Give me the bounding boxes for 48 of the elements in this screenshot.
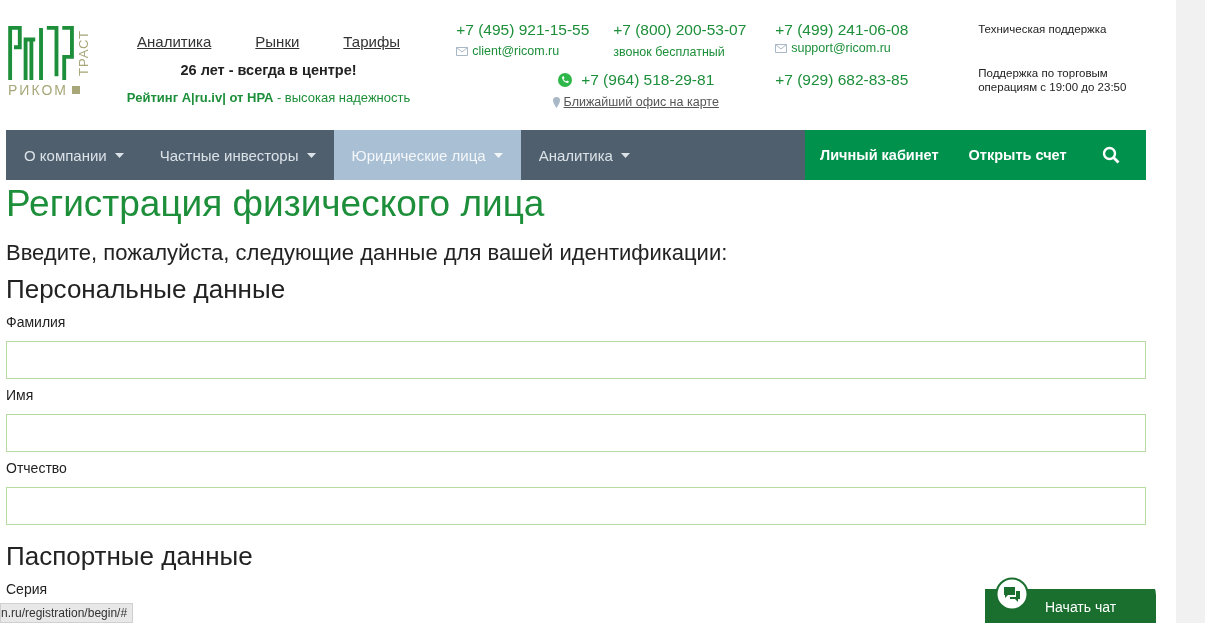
logo-square-icon	[71, 86, 80, 94]
top-link[interactable]: Аналитика	[137, 33, 212, 50]
page-title: Регистрация физического лица	[6, 182, 546, 226]
support-hours: Поддержка по торговым операциям с 19:00 до 23:50	[978, 67, 1128, 95]
section-title: Персональные данные	[6, 273, 287, 306]
top-link[interactable]: Рынки	[255, 33, 300, 50]
nav-menu-item[interactable]: Аналитика	[520, 130, 648, 180]
email-address: client@ricom.ru	[472, 44, 560, 58]
input-field[interactable]	[6, 341, 1146, 379]
intro-text: Введите, пожалуйста, следующие данные для вашей идентификации:	[6, 239, 729, 267]
phone-note: звонок бесплатный	[613, 45, 726, 59]
phone-number: +7 (499) 241-06-08	[775, 21, 910, 39]
section-title: Паспортные данные	[6, 540, 254, 573]
status-url: n.ru/registration/begin/#	[0, 603, 134, 623]
logo-tagline: ТРАСТ	[76, 30, 91, 77]
nav-menu-item[interactable]: Частные инвесторы	[141, 130, 334, 180]
envelope-icon	[456, 46, 469, 56]
phone-number: +7 (800) 200-53-07	[613, 21, 748, 39]
logo-name: РИКОМ	[8, 82, 68, 98]
phone-number: +7 (929) 682-83-85	[775, 71, 909, 88]
field-label: Фамилия	[6, 313, 66, 331]
caret-icon	[620, 152, 630, 158]
whatsapp-icon	[557, 72, 574, 88]
chat-bubbles-icon	[995, 577, 1029, 611]
phone-number: +7 (495) 921-15-55	[456, 21, 591, 39]
email-address: support@ricom.ru	[791, 41, 891, 55]
office-map-link[interactable]: Ближайший офис на карте	[563, 95, 719, 109]
map-pin-icon	[552, 96, 560, 108]
field-label: Имя	[6, 386, 34, 404]
top-link[interactable]: Тарифы	[343, 33, 401, 50]
caret-icon	[114, 152, 124, 158]
logo-mark-icon	[8, 26, 76, 82]
account-button[interactable]: Личный кабинет	[805, 130, 954, 180]
caret-icon	[306, 152, 316, 158]
slogan: 26 лет - всегда в центре!	[180, 62, 357, 78]
field-label: Отчество	[6, 459, 67, 477]
rating-text: Рейтинг A|ru.iv| от НРА - высокая надежность	[126, 90, 411, 105]
phone-number: +7 (964) 518-29-81	[581, 71, 715, 89]
input-field[interactable]	[6, 487, 1146, 525]
account-button[interactable]: Открыть счет	[953, 130, 1082, 180]
chat-button[interactable]: Начать чат	[985, 577, 1157, 623]
envelope-icon	[775, 43, 788, 53]
caret-icon	[493, 152, 503, 158]
nav-menu-item[interactable]: О компании	[6, 130, 142, 180]
support-title: Техническая поддержка	[978, 23, 1108, 35]
search-icon	[1101, 146, 1120, 164]
field-label: Серия	[6, 580, 48, 598]
input-field[interactable]	[6, 414, 1146, 452]
